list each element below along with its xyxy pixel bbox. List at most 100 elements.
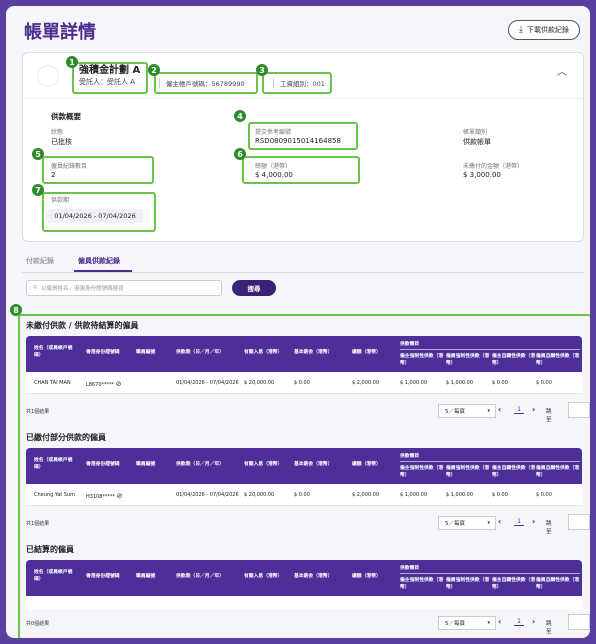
page-number[interactable]: 1 bbox=[514, 618, 524, 626]
unpaid-label: 未繳付的金額（港幣） bbox=[463, 163, 524, 170]
chevron-down-icon: ▾ bbox=[487, 620, 490, 626]
tab-divider bbox=[22, 272, 584, 273]
highlight-employer-account bbox=[154, 72, 258, 94]
cell-ee-vc: $ 0.00 bbox=[536, 380, 552, 386]
marker-7: 7 bbox=[32, 184, 44, 196]
th-income: 有關入息（港幣） bbox=[244, 574, 283, 579]
results-count: 共0個結果 bbox=[26, 621, 50, 627]
cell-basic: $ 0.00 bbox=[294, 492, 310, 498]
bill-type-label: 帳單類別 bbox=[463, 129, 488, 136]
th-contribution-group: 供款類目 bbox=[400, 454, 420, 459]
th-basic: 基本薪金（港幣） bbox=[294, 462, 333, 467]
prev-page-button[interactable]: ‹ bbox=[498, 405, 501, 414]
marker-5: 5 bbox=[32, 148, 44, 160]
cell-ee-vc: $ 0.00 bbox=[536, 492, 552, 498]
search-icon: ⚲ bbox=[33, 285, 38, 291]
cell-ee-mc: $ 1,000.00 bbox=[446, 492, 474, 498]
th-basic: 基本薪金（港幣） bbox=[294, 574, 333, 579]
table-header: 姓名（或員帳戶號碼） 香港身份證號碼 職員編號 供款期（日／月／年） 有關入息（… bbox=[26, 560, 582, 596]
page: 帳單詳情 ⤓ 下載供款紀錄 強積金計劃 A 受託人：受託人 A 僱主帳戶號碼：5… bbox=[6, 6, 590, 638]
cell-er-mc: $ 1,000.00 bbox=[400, 492, 428, 498]
th-id: 香港身份證號碼 bbox=[86, 350, 120, 355]
th-group-line bbox=[400, 461, 580, 462]
summary-section-title: 供款概要 bbox=[51, 112, 81, 121]
status-value: 已批核 bbox=[51, 138, 72, 146]
tab-payment-records[interactable]: 付款紀錄 bbox=[26, 256, 54, 266]
th-contribution-group: 供款類目 bbox=[400, 566, 420, 571]
table-header: 姓名（或員帳戶號碼） 香港身份證號碼 職員編號 供款期（日／月／年） 有關入息（… bbox=[26, 448, 582, 484]
th-income: 有關入息（港幣） bbox=[244, 462, 283, 467]
cell-basic: $ 0.00 bbox=[294, 380, 310, 386]
cell-er-vc: $ 0.00 bbox=[492, 492, 508, 498]
th-total: 總額（港幣） bbox=[352, 462, 381, 467]
table-row[interactable]: CHAN TAI MAN L8670***** ⊘ 01/04/2026 - 0… bbox=[26, 372, 582, 394]
th-basic: 基本薪金（港幣） bbox=[294, 350, 333, 355]
page-number[interactable]: 1 bbox=[514, 518, 524, 526]
cell-name: Cheung Yat Sum bbox=[34, 492, 76, 498]
chevron-up-icon[interactable]: ︿ bbox=[557, 63, 567, 78]
th-staff: 職員編號 bbox=[136, 350, 156, 355]
next-page-button[interactable]: › bbox=[532, 517, 535, 526]
eye-slash-icon[interactable]: ⊘ bbox=[116, 380, 122, 388]
download-records-button[interactable]: ⤓ 下載供款紀錄 bbox=[508, 20, 580, 40]
marker-2: 2 bbox=[148, 64, 160, 76]
highlight-payroll-group bbox=[262, 72, 332, 94]
jump-label: 跳至 bbox=[546, 621, 552, 635]
status-label: 狀態 bbox=[51, 129, 64, 136]
th-period: 供款期（日／月／年） bbox=[176, 574, 224, 579]
cell-income: $ 20,000.00 bbox=[244, 492, 275, 498]
th-er-mc: 僱主強制性供款（港幣） bbox=[400, 578, 444, 590]
group-title-partial: 已繳付部分供款的僱員 bbox=[26, 433, 106, 442]
th-ee-vc: 僱員自願性供款（港幣） bbox=[536, 354, 580, 366]
th-name: 姓名（或員帳戶號碼） bbox=[34, 346, 73, 358]
bill-type-value: 供款帳單 bbox=[463, 138, 491, 146]
marker-6: 6 bbox=[234, 148, 246, 160]
jump-input[interactable] bbox=[568, 402, 590, 418]
th-er-mc: 僱主強制性供款（港幣） bbox=[400, 466, 444, 478]
th-period: 供款期（日／月／年） bbox=[176, 350, 224, 355]
jump-input[interactable] bbox=[568, 514, 590, 530]
cell-er-mc: $ 1,000.00 bbox=[400, 380, 428, 386]
chevron-down-icon: ▾ bbox=[487, 408, 490, 414]
jump-label: 跳至 bbox=[546, 521, 552, 535]
th-ee-mc: 僱員強制性供款（港幣） bbox=[446, 354, 490, 366]
per-page-select[interactable]: 5／每頁 ▾ bbox=[438, 616, 496, 630]
prev-page-button[interactable]: ‹ bbox=[498, 517, 501, 526]
th-period: 供款期（日／月／年） bbox=[176, 462, 224, 467]
active-tab-indicator bbox=[74, 270, 132, 272]
download-records-label: 下載供款紀錄 bbox=[527, 26, 569, 34]
th-staff: 職員編號 bbox=[136, 462, 156, 467]
tab-employee-contributions[interactable]: 僱員供款紀錄 bbox=[78, 256, 120, 266]
per-page-select[interactable]: 5／每頁 ▾ bbox=[438, 516, 496, 530]
unpaid-value: $ 3,000.00 bbox=[463, 171, 501, 179]
eye-slash-icon[interactable]: ⊘ bbox=[117, 492, 123, 500]
th-income: 有關入息（港幣） bbox=[244, 350, 283, 355]
next-page-button[interactable]: › bbox=[532, 617, 535, 626]
th-ee-vc: 僱員自願性供款（港幣） bbox=[536, 578, 580, 590]
th-id: 香港身份證號碼 bbox=[86, 574, 120, 579]
page-number[interactable]: 1 bbox=[514, 406, 524, 414]
per-page-select[interactable]: 5／每頁 ▾ bbox=[438, 404, 496, 418]
next-page-button[interactable]: › bbox=[532, 405, 535, 414]
th-total: 總額（港幣） bbox=[352, 350, 381, 355]
marker-3: 3 bbox=[256, 64, 268, 76]
cell-total: $ 2,000.00 bbox=[352, 380, 380, 386]
jump-input[interactable] bbox=[568, 614, 590, 630]
group-title-unpaid: 未繳付供款 / 供款待結算的僱員 bbox=[26, 321, 139, 330]
results-count: 共1個結果 bbox=[26, 521, 50, 527]
th-ee-mc: 僱員強制性供款（港幣） bbox=[446, 466, 490, 478]
th-id: 香港身份證號碼 bbox=[86, 462, 120, 467]
highlight-employee-count bbox=[42, 156, 154, 184]
cell-ee-mc: $ 1,000.00 bbox=[446, 380, 474, 386]
search-placeholder: 以僱員姓名／港澳身份證號碼搜尋 bbox=[41, 286, 124, 292]
prev-page-button[interactable]: ‹ bbox=[498, 617, 501, 626]
search-button[interactable]: 搜尋 bbox=[232, 280, 276, 296]
search-input[interactable]: ⚲ 以僱員姓名／港澳身份證號碼搜尋 bbox=[26, 280, 222, 296]
chevron-down-icon: ▾ bbox=[487, 520, 490, 526]
results-count: 共1個結果 bbox=[26, 409, 50, 415]
jump-label: 跳至 bbox=[546, 409, 552, 423]
highlight-period bbox=[42, 192, 156, 232]
table-row[interactable]: Cheung Yat Sum H3108***** ⊘ 01/04/2026 -… bbox=[26, 484, 582, 506]
marker-1: 1 bbox=[66, 56, 78, 68]
empty-table-body bbox=[26, 596, 582, 610]
